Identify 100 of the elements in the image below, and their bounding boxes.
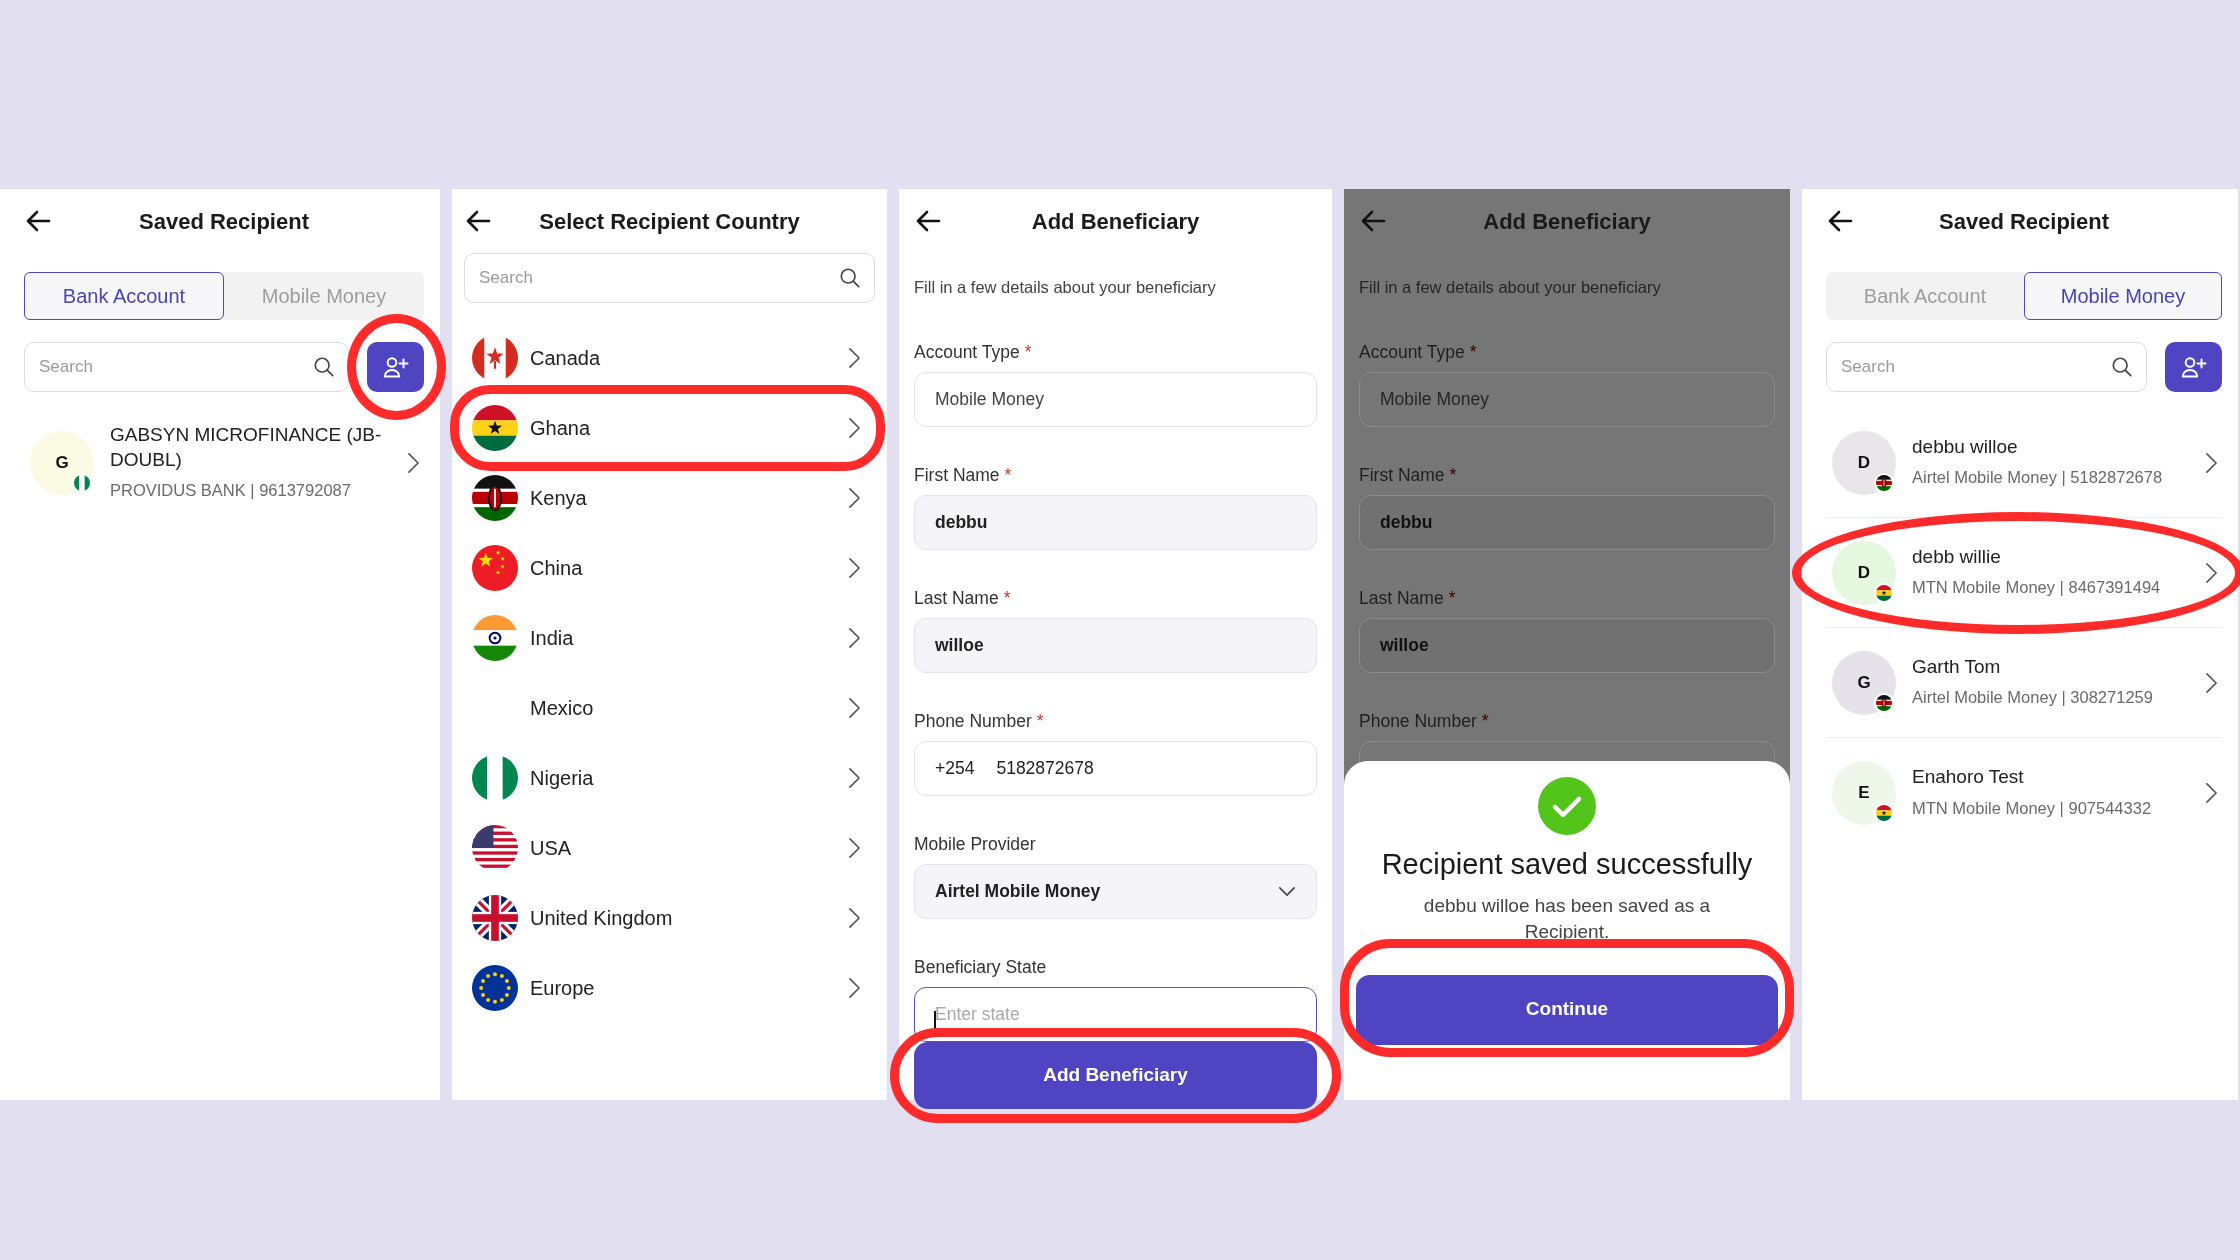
- dialog-message: debbu willoe has been saved as a Recipient.: [1422, 893, 1712, 944]
- chevron-right-icon: [2205, 782, 2218, 804]
- chevron-right-icon: [848, 627, 861, 649]
- country-item[interactable]: USA: [464, 813, 875, 883]
- field-label: Last Name: [914, 587, 999, 608]
- flag-icon: [1874, 582, 1894, 603]
- recipient-detail: Airtel Mobile Money | 5182872678: [1912, 467, 2164, 489]
- input-field[interactable]: willoe: [1359, 617, 1775, 673]
- chevron-right-icon: [2205, 561, 2218, 584]
- recipient-name: debb willie: [1912, 544, 2002, 569]
- add-person-icon: [382, 356, 409, 378]
- country-item[interactable]: India: [464, 603, 875, 673]
- flag-icon: [472, 405, 518, 451]
- recipient-name: GABSYN MICROFINANCE (JB-DOUBL): [110, 422, 383, 472]
- recipient-name: Enahoro Test: [1912, 765, 2025, 790]
- screen-title: Saved Recipient: [1938, 207, 2110, 236]
- tab[interactable]: Mobile Money: [2024, 272, 2222, 320]
- recipient-item[interactable]: G GABSYN MICROFINANCE (JB-DOUBL) PROVIDUS BANK | 9613792087: [24, 408, 424, 518]
- search-icon: [839, 267, 861, 289]
- phone-number: 5182872678: [996, 757, 1094, 781]
- chevron-right-icon: [848, 977, 861, 999]
- country-name: Mexico: [530, 696, 594, 721]
- add-person-icon: [2180, 356, 2207, 378]
- flag-icon: [472, 965, 518, 1011]
- chevron-down-icon: [1278, 885, 1296, 897]
- add-beneficiary-button[interactable]: Add Beneficiary: [914, 1041, 1317, 1109]
- recipient-name: Garth Tom: [1912, 654, 2002, 679]
- field-label: Last Name: [1359, 587, 1444, 608]
- required-mark: *: [1024, 341, 1032, 362]
- check-circle-icon: [1538, 777, 1596, 835]
- tab[interactable]: Bank Account: [24, 272, 224, 320]
- field-label: Mobile Provider: [914, 833, 1036, 854]
- flag-icon: [472, 545, 518, 591]
- country-item[interactable]: Nigeria: [464, 743, 875, 813]
- country-name: Europe: [530, 976, 595, 1001]
- flag-icon: [472, 755, 518, 801]
- chevron-right-icon: [848, 557, 861, 579]
- recipient-item[interactable]: G Garth Tom Airtel Mobile Money | 308271259: [1826, 628, 2222, 738]
- country-name: United Kingdom: [530, 906, 673, 931]
- add-recipient-button[interactable]: [2165, 342, 2222, 392]
- input-field[interactable]: willoe: [914, 617, 1317, 673]
- field-label: First Name: [1359, 464, 1445, 485]
- flag-icon: [1874, 692, 1894, 713]
- required-mark: *: [1448, 587, 1456, 608]
- input-field[interactable]: debbu: [914, 494, 1317, 550]
- country-name: Canada: [530, 346, 601, 371]
- required-mark: *: [1481, 710, 1489, 731]
- avatar-initial: E: [1858, 782, 1870, 805]
- country-name: Kenya: [530, 486, 587, 511]
- search-icon: [2111, 356, 2133, 378]
- screen-title: Select Recipient Country: [538, 207, 801, 236]
- country-item[interactable]: Canada: [464, 323, 875, 393]
- add-recipient-button[interactable]: [367, 342, 424, 392]
- dropdown[interactable]: Airtel Mobile Money: [914, 863, 1317, 919]
- search-field[interactable]: Search: [1826, 342, 2147, 392]
- continue-button[interactable]: Continue: [1356, 974, 1778, 1045]
- screen-title: Saved Recipient: [138, 207, 310, 236]
- flag-icon: [72, 473, 92, 493]
- avatar-initial: D: [1857, 561, 1871, 584]
- chevron-right-icon: [2205, 451, 2218, 474]
- required-mark: *: [1469, 341, 1477, 362]
- search-field[interactable]: Search: [24, 342, 349, 392]
- recipient-item[interactable]: E Enahoro Test MTN Mobile Money | 907544332: [1826, 738, 2222, 848]
- avatar-initial: D: [1857, 451, 1871, 474]
- field-label: Phone Number: [1359, 710, 1477, 731]
- field-label: Account Type: [914, 341, 1020, 362]
- screen-title: Add Beneficiary: [1482, 207, 1652, 236]
- country-name: USA: [530, 836, 572, 861]
- screen-title: Add Beneficiary: [1030, 207, 1201, 236]
- chevron-right-icon: [848, 767, 861, 789]
- country-name: Ghana: [530, 416, 591, 441]
- required-mark: *: [1003, 587, 1011, 608]
- recipient-item[interactable]: D debb willie MTN Mobile Money | 8467391494: [1826, 518, 2222, 628]
- flag-icon: [472, 895, 518, 941]
- recipient-detail: MTN Mobile Money | 907544332: [1912, 797, 2153, 819]
- country-item[interactable]: China: [464, 533, 875, 603]
- flag-icon: [472, 615, 518, 661]
- required-mark: *: [1036, 710, 1044, 731]
- field-label: First Name: [914, 464, 1000, 485]
- field-label: Phone Number: [914, 710, 1032, 731]
- input-field[interactable]: Mobile Money: [914, 371, 1317, 427]
- country-item[interactable]: Ghana: [464, 393, 875, 463]
- required-mark: *: [1449, 464, 1457, 485]
- search-field[interactable]: Search: [464, 253, 875, 303]
- form-subtitle: Fill in a few details about your beneficiary: [914, 277, 1217, 298]
- country-item[interactable]: United Kingdom: [464, 883, 875, 953]
- field-label: Beneficiary State: [914, 956, 1047, 977]
- country-name: Nigeria: [530, 766, 594, 791]
- recipient-item[interactable]: D debbu willoe Airtel Mobile Money | 5182872678: [1826, 408, 2222, 518]
- dialog-title: Recipient saved successfully: [1380, 847, 1754, 882]
- search-icon: [313, 356, 335, 378]
- phone-field[interactable]: +254 5182872678: [914, 740, 1317, 796]
- country-item[interactable]: Europe: [464, 953, 875, 1023]
- country-item[interactable]: Mexico: [464, 673, 875, 743]
- country-item[interactable]: Kenya: [464, 463, 875, 533]
- chevron-right-icon: [848, 837, 861, 859]
- country-code: +254: [935, 757, 975, 781]
- recipient-detail: MTN Mobile Money | 8467391494: [1912, 577, 2162, 599]
- input-field[interactable]: debbu: [1359, 494, 1775, 550]
- form-subtitle: Fill in a few details about your beneficiary: [1359, 277, 1662, 298]
